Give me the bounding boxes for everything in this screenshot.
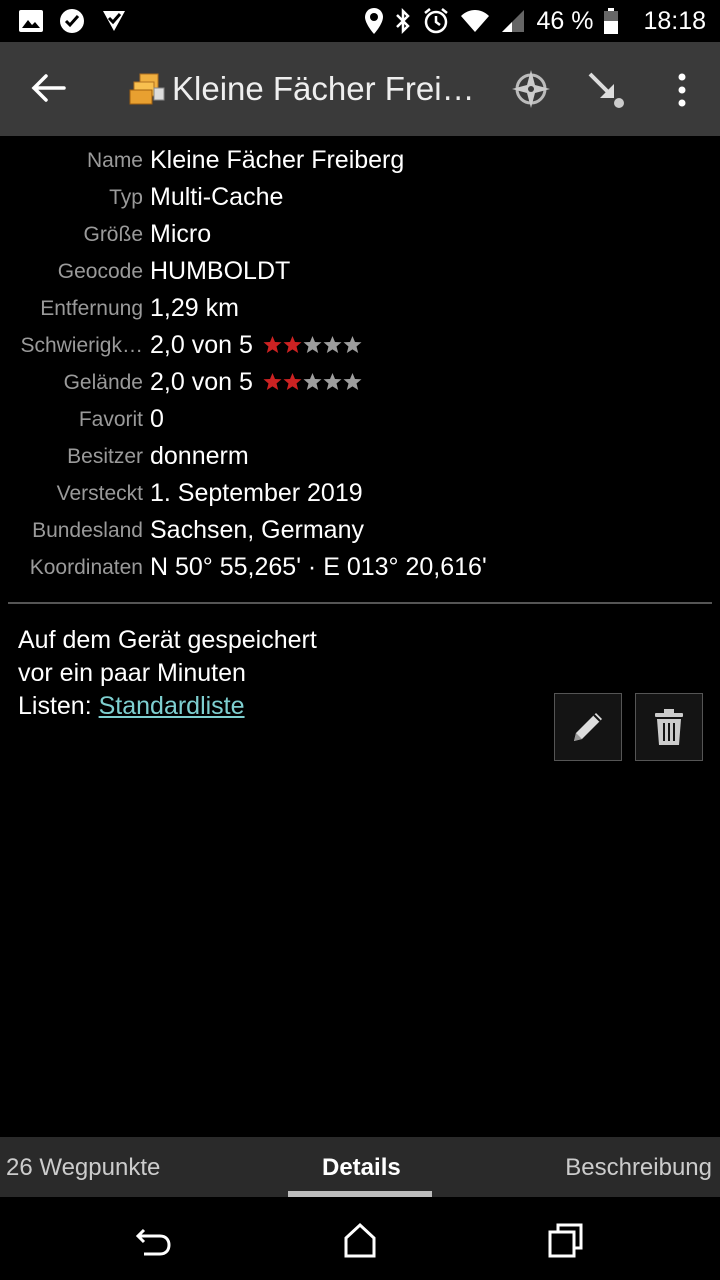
pencil-icon — [574, 713, 602, 741]
detail-row-state: Bundesland Sachsen, Germany — [0, 514, 720, 551]
detail-value[interactable]: donnerm — [150, 442, 249, 471]
star-filled-icon — [283, 335, 302, 353]
detail-value: 2,0 von 5 — [150, 368, 253, 396]
navigation-bar — [0, 1198, 720, 1280]
storage-info: Auf dem Gerät gespeichert vor ein paar M… — [18, 624, 317, 690]
detail-value: Micro — [150, 220, 212, 248]
detail-label: Entfernung — [40, 297, 143, 320]
detail-row-terrain: Gelände 2,0 von 5 — [0, 366, 720, 403]
star-empty-icon — [323, 372, 342, 390]
image-icon — [19, 10, 43, 32]
star-empty-icon — [343, 335, 362, 353]
home-icon[interactable] — [340, 1220, 380, 1260]
detail-row-geocode: Geocode HUMBOLDT — [0, 255, 720, 292]
tab-details[interactable]: Details — [322, 1154, 401, 1182]
page-title: Kleine Fächer Frei… — [172, 70, 475, 107]
trash-icon — [655, 709, 683, 745]
detail-value: 0 — [150, 405, 164, 433]
bluetooth-icon — [396, 7, 411, 35]
navigate-icon[interactable] — [584, 68, 626, 110]
compass-icon[interactable] — [510, 68, 552, 110]
signal-icon — [502, 10, 525, 32]
detail-value: 1,29 km — [150, 294, 239, 322]
back-icon[interactable] — [134, 1220, 174, 1260]
detail-value: Sachsen, Germany — [150, 516, 364, 544]
tab-bar: 26 Wegpunkte Details Beschreibung — [0, 1137, 720, 1197]
storage-time: vor ein paar Minuten — [18, 659, 246, 687]
detail-row-hidden: Versteckt 1. September 2019 — [0, 477, 720, 514]
tab-waypoints[interactable]: 26 Wegpunkte — [6, 1154, 160, 1182]
battery-percent: 46 % — [536, 6, 594, 35]
detail-row-name: Name Kleine Fächer Freiberg — [0, 144, 720, 181]
star-filled-icon — [283, 372, 302, 390]
detail-value: 2,0 von 5 — [150, 331, 253, 359]
alarm-icon — [424, 8, 449, 34]
cache-details: Name Kleine Fächer Freiberg Typ Multi-Ca… — [0, 144, 720, 588]
edit-lists-button[interactable] — [554, 693, 622, 761]
detail-row-owner: Besitzer donnerm — [0, 440, 720, 477]
terrain-stars — [263, 372, 362, 391]
detail-label: Bundesland — [32, 519, 143, 542]
location-icon — [365, 8, 384, 34]
detail-label: Favorit — [78, 408, 143, 431]
detail-label: Geocode — [57, 260, 143, 283]
detail-value: Multi-Cache — [150, 183, 284, 211]
action-bar: Kleine Fächer Frei… — [0, 42, 720, 136]
detail-label: Name — [86, 149, 143, 172]
overflow-menu-icon[interactable] — [668, 70, 696, 110]
star-empty-icon — [323, 335, 342, 353]
check-circle-icon — [60, 9, 84, 33]
star-empty-icon — [303, 372, 322, 390]
detail-label: Schwierigk… — [20, 334, 143, 357]
difficulty-stars — [263, 335, 362, 354]
detail-label: Typ — [109, 186, 143, 209]
detail-row-type: Typ Multi-Cache — [0, 181, 720, 218]
list-link[interactable]: Standardliste — [99, 692, 245, 720]
detail-value: 1. September 2019 — [150, 479, 363, 507]
detail-label: Gelände — [63, 371, 143, 394]
wifi-icon — [461, 10, 490, 32]
detail-row-favorite: Favorit 0 — [0, 403, 720, 440]
multi-cache-icon — [129, 73, 165, 105]
lists-line: Listen: Standardliste — [18, 692, 245, 721]
clock: 18:18 — [643, 6, 706, 35]
detail-row-difficulty: Schwierigk… 2,0 von 5 — [0, 329, 720, 366]
detail-row-distance: Entfernung 1,29 km — [0, 292, 720, 329]
detail-value[interactable]: N 50° 55,265' · E 013° 20,616' — [150, 553, 487, 582]
star-filled-icon — [263, 335, 282, 353]
detail-value: Kleine Fächer Freiberg — [150, 146, 405, 174]
detail-label: Größe — [83, 223, 143, 246]
detail-row-coordinates: Koordinaten N 50° 55,265' · E 013° 20,61… — [0, 551, 720, 588]
divider — [8, 602, 712, 604]
detail-value: HUMBOLDT — [150, 257, 291, 285]
star-filled-icon — [263, 372, 282, 390]
detail-label: Besitzer — [67, 445, 143, 468]
star-empty-icon — [303, 335, 322, 353]
star-empty-icon — [343, 372, 362, 390]
back-arrow-icon[interactable] — [28, 68, 68, 108]
storage-status: Auf dem Gerät gespeichert — [18, 626, 317, 654]
battery-icon — [604, 8, 619, 34]
status-bar: 46 % 18:18 — [0, 0, 720, 42]
tab-description[interactable]: Beschreibung — [565, 1154, 712, 1182]
lists-label: Listen: — [18, 692, 99, 720]
download-check-icon — [103, 11, 125, 31]
detail-label: Koordinaten — [29, 556, 143, 579]
tab-indicator — [288, 1191, 432, 1197]
recents-icon[interactable] — [546, 1220, 586, 1260]
detail-label: Versteckt — [56, 482, 143, 505]
delete-button[interactable] — [635, 693, 703, 761]
detail-row-size: Größe Micro — [0, 218, 720, 255]
